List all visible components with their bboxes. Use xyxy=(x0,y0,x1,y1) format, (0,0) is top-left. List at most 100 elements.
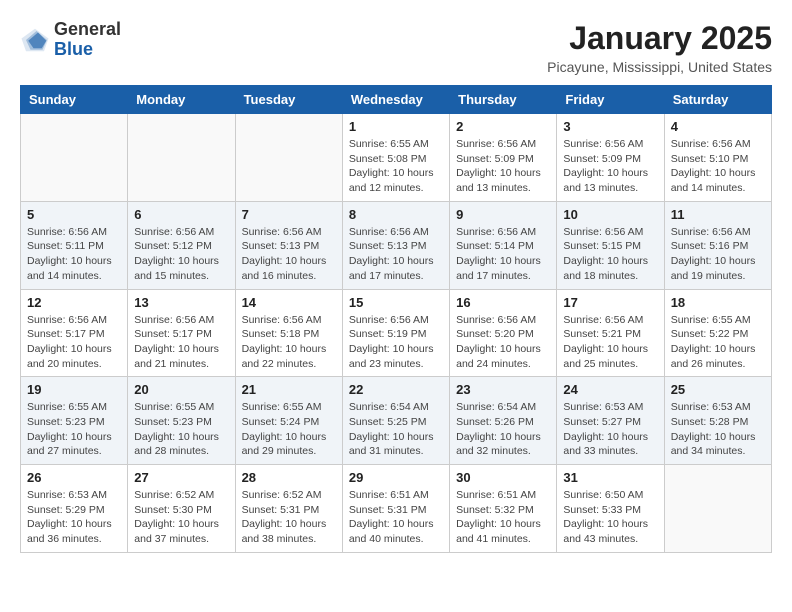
day-number: 22 xyxy=(349,382,443,397)
calendar-week-3: 12 Sunrise: 6:56 AM Sunset: 5:17 PM Dayli… xyxy=(21,289,772,377)
calendar-week-4: 19 Sunrise: 6:55 AM Sunset: 5:23 PM Dayli… xyxy=(21,377,772,465)
calendar-cell xyxy=(21,114,128,202)
calendar-cell xyxy=(235,114,342,202)
day-number: 5 xyxy=(27,207,121,222)
day-info: Sunrise: 6:56 AM Sunset: 5:17 PM Dayligh… xyxy=(134,313,228,372)
calendar-cell: 28 Sunrise: 6:52 AM Sunset: 5:31 PM Dayli… xyxy=(235,465,342,553)
calendar-cell: 8Sunrise: 6:56 AM Sunset: 5:13 PM Daylig… xyxy=(342,201,449,289)
calendar-cell: 10 Sunrise: 6:56 AM Sunset: 5:15 PM Dayli… xyxy=(557,201,664,289)
logo-text: General Blue xyxy=(54,20,121,60)
calendar-cell: 18Sunrise: 6:55 AM Sunset: 5:22 PM Dayli… xyxy=(664,289,771,377)
day-info: Sunrise: 6:53 AM Sunset: 5:29 PM Dayligh… xyxy=(27,488,121,547)
day-info: Sunrise: 6:52 AM Sunset: 5:30 PM Dayligh… xyxy=(134,488,228,547)
day-number: 13 xyxy=(134,295,228,310)
day-number: 11 xyxy=(671,207,765,222)
day-number: 6 xyxy=(134,207,228,222)
calendar-cell: 22Sunrise: 6:54 AM Sunset: 5:25 PM Dayli… xyxy=(342,377,449,465)
day-number: 23 xyxy=(456,382,550,397)
col-sunday: Sunday xyxy=(21,86,128,114)
calendar-cell xyxy=(128,114,235,202)
day-info: Sunrise: 6:56 AM Sunset: 5:09 PM Dayligh… xyxy=(456,137,550,196)
calendar-week-1: 1 Sunrise: 6:55 AM Sunset: 5:08 PM Daylig… xyxy=(21,114,772,202)
day-info: Sunrise: 6:56 AM Sunset: 5:17 PM Dayligh… xyxy=(27,313,121,372)
day-number: 1 xyxy=(349,119,443,134)
day-info: Sunrise: 6:56 AM Sunset: 5:13 PM Dayligh… xyxy=(349,225,443,284)
calendar-cell: 26Sunrise: 6:53 AM Sunset: 5:29 PM Dayli… xyxy=(21,465,128,553)
logo-general: General xyxy=(54,19,121,39)
calendar-subtitle: Picayune, Mississippi, United States xyxy=(547,59,772,75)
day-info: Sunrise: 6:50 AM Sunset: 5:33 PM Dayligh… xyxy=(563,488,657,547)
day-number: 31 xyxy=(563,470,657,485)
calendar-cell: 14 Sunrise: 6:56 AM Sunset: 5:18 PM Dayli… xyxy=(235,289,342,377)
calendar-cell: 19 Sunrise: 6:55 AM Sunset: 5:23 PM Dayli… xyxy=(21,377,128,465)
day-number: 20 xyxy=(134,382,228,397)
day-number: 29 xyxy=(349,470,443,485)
calendar-cell: 7 Sunrise: 6:56 AM Sunset: 5:13 PM Daylig… xyxy=(235,201,342,289)
col-wednesday: Wednesday xyxy=(342,86,449,114)
day-number: 30 xyxy=(456,470,550,485)
day-number: 17 xyxy=(563,295,657,310)
day-number: 14 xyxy=(242,295,336,310)
col-monday: Monday xyxy=(128,86,235,114)
day-info: Sunrise: 6:56 AM Sunset: 5:19 PM Dayligh… xyxy=(349,313,443,372)
day-info: Sunrise: 6:56 AM Sunset: 5:12 PM Dayligh… xyxy=(134,225,228,284)
day-number: 7 xyxy=(242,207,336,222)
calendar-cell: 21Sunrise: 6:55 AM Sunset: 5:24 PM Dayli… xyxy=(235,377,342,465)
calendar-cell: 16 Sunrise: 6:56 AM Sunset: 5:20 PM Dayli… xyxy=(450,289,557,377)
day-info: Sunrise: 6:56 AM Sunset: 5:18 PM Dayligh… xyxy=(242,313,336,372)
day-number: 12 xyxy=(27,295,121,310)
day-info: Sunrise: 6:56 AM Sunset: 5:14 PM Dayligh… xyxy=(456,225,550,284)
day-info: Sunrise: 6:55 AM Sunset: 5:23 PM Dayligh… xyxy=(27,400,121,459)
day-number: 15 xyxy=(349,295,443,310)
title-block: January 2025 Picayune, Mississippi, Unit… xyxy=(547,20,772,75)
day-info: Sunrise: 6:56 AM Sunset: 5:16 PM Dayligh… xyxy=(671,225,765,284)
day-info: Sunrise: 6:55 AM Sunset: 5:08 PM Dayligh… xyxy=(349,137,443,196)
calendar-cell: 5Sunrise: 6:56 AM Sunset: 5:11 PM Daylig… xyxy=(21,201,128,289)
day-info: Sunrise: 6:51 AM Sunset: 5:31 PM Dayligh… xyxy=(349,488,443,547)
calendar-cell: 15 Sunrise: 6:56 AM Sunset: 5:19 PM Dayli… xyxy=(342,289,449,377)
day-number: 24 xyxy=(563,382,657,397)
day-info: Sunrise: 6:56 AM Sunset: 5:13 PM Dayligh… xyxy=(242,225,336,284)
page-header: General Blue January 2025 Picayune, Miss… xyxy=(20,20,772,75)
header-row: Sunday Monday Tuesday Wednesday Thursday… xyxy=(21,86,772,114)
logo: General Blue xyxy=(20,20,121,60)
day-number: 9 xyxy=(456,207,550,222)
calendar-table: Sunday Monday Tuesday Wednesday Thursday… xyxy=(20,85,772,553)
day-number: 16 xyxy=(456,295,550,310)
calendar-cell xyxy=(664,465,771,553)
day-number: 27 xyxy=(134,470,228,485)
calendar-cell: 4Sunrise: 6:56 AM Sunset: 5:10 PM Daylig… xyxy=(664,114,771,202)
day-number: 28 xyxy=(242,470,336,485)
day-number: 2 xyxy=(456,119,550,134)
calendar-cell: 20Sunrise: 6:55 AM Sunset: 5:23 PM Dayli… xyxy=(128,377,235,465)
day-number: 25 xyxy=(671,382,765,397)
calendar-cell: 9 Sunrise: 6:56 AM Sunset: 5:14 PM Daylig… xyxy=(450,201,557,289)
day-info: Sunrise: 6:54 AM Sunset: 5:26 PM Dayligh… xyxy=(456,400,550,459)
calendar-cell: 6 Sunrise: 6:56 AM Sunset: 5:12 PM Daylig… xyxy=(128,201,235,289)
day-number: 18 xyxy=(671,295,765,310)
calendar-cell: 3Sunrise: 6:56 AM Sunset: 5:09 PM Daylig… xyxy=(557,114,664,202)
calendar-cell: 29 Sunrise: 6:51 AM Sunset: 5:31 PM Dayli… xyxy=(342,465,449,553)
day-info: Sunrise: 6:52 AM Sunset: 5:31 PM Dayligh… xyxy=(242,488,336,547)
calendar-cell: 23 Sunrise: 6:54 AM Sunset: 5:26 PM Dayli… xyxy=(450,377,557,465)
col-thursday: Thursday xyxy=(450,86,557,114)
day-number: 10 xyxy=(563,207,657,222)
col-tuesday: Tuesday xyxy=(235,86,342,114)
day-info: Sunrise: 6:53 AM Sunset: 5:28 PM Dayligh… xyxy=(671,400,765,459)
calendar-cell: 13 Sunrise: 6:56 AM Sunset: 5:17 PM Dayli… xyxy=(128,289,235,377)
day-info: Sunrise: 6:56 AM Sunset: 5:15 PM Dayligh… xyxy=(563,225,657,284)
calendar-week-2: 5Sunrise: 6:56 AM Sunset: 5:11 PM Daylig… xyxy=(21,201,772,289)
calendar-cell: 25 Sunrise: 6:53 AM Sunset: 5:28 PM Dayli… xyxy=(664,377,771,465)
calendar-cell: 17Sunrise: 6:56 AM Sunset: 5:21 PM Dayli… xyxy=(557,289,664,377)
calendar-week-5: 26Sunrise: 6:53 AM Sunset: 5:29 PM Dayli… xyxy=(21,465,772,553)
calendar-cell: 2 Sunrise: 6:56 AM Sunset: 5:09 PM Daylig… xyxy=(450,114,557,202)
col-saturday: Saturday xyxy=(664,86,771,114)
col-friday: Friday xyxy=(557,86,664,114)
calendar-cell: 30Sunrise: 6:51 AM Sunset: 5:32 PM Dayli… xyxy=(450,465,557,553)
day-number: 19 xyxy=(27,382,121,397)
day-info: Sunrise: 6:56 AM Sunset: 5:10 PM Dayligh… xyxy=(671,137,765,196)
calendar-title: January 2025 xyxy=(547,20,772,57)
calendar-cell: 31 Sunrise: 6:50 AM Sunset: 5:33 PM Dayli… xyxy=(557,465,664,553)
day-info: Sunrise: 6:56 AM Sunset: 5:20 PM Dayligh… xyxy=(456,313,550,372)
day-info: Sunrise: 6:55 AM Sunset: 5:24 PM Dayligh… xyxy=(242,400,336,459)
